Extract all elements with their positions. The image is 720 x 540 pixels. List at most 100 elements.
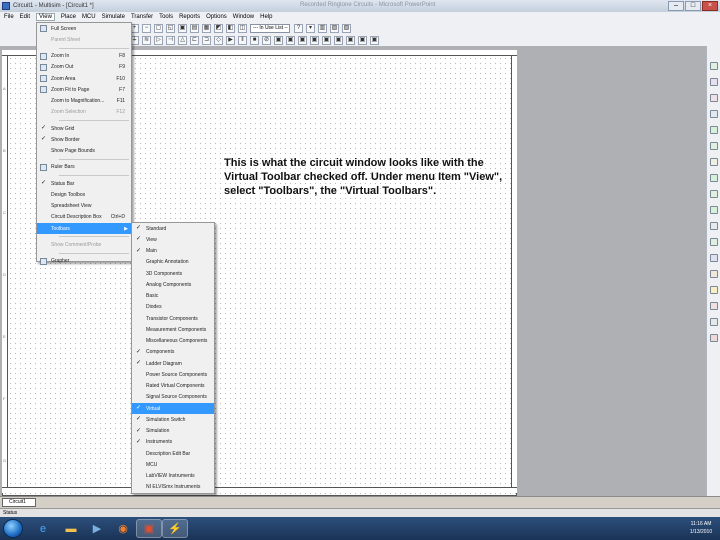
toolbar-option-graphic-annotation[interactable]: Graphic Annotation bbox=[132, 257, 214, 268]
zoom-out-icon[interactable]: − bbox=[142, 23, 151, 33]
virtual-icon-8[interactable]: ▣ bbox=[358, 35, 367, 45]
iv-analyzer-icon[interactable] bbox=[710, 222, 718, 230]
toolbar-option-power-source-components[interactable]: Power Source Components bbox=[132, 369, 214, 380]
toolbar-option-diodes[interactable]: Diodes bbox=[132, 302, 214, 313]
database-icon[interactable]: ◫ bbox=[238, 23, 247, 33]
toolbar-option-view[interactable]: ✓ View bbox=[132, 234, 214, 245]
menu-item-design-toolbox[interactable]: Design Toolbox bbox=[37, 189, 131, 200]
menu-item-ruler-bars[interactable]: Ruler Bars bbox=[37, 162, 131, 173]
maximize-button[interactable]: □ bbox=[685, 1, 701, 11]
tektronix-scope-icon[interactable] bbox=[710, 334, 718, 342]
menu-item-zoom-area[interactable]: Zoom Area F10 bbox=[37, 73, 131, 84]
virtual-icon-7[interactable]: ▣ bbox=[346, 35, 355, 45]
function-generator-icon[interactable] bbox=[710, 78, 718, 86]
menu-place[interactable]: Place bbox=[61, 14, 76, 20]
spectrum-analyzer-icon[interactable] bbox=[710, 254, 718, 262]
four-channel-scope-icon[interactable] bbox=[710, 126, 718, 134]
probe-icon[interactable]: ⊘ bbox=[262, 35, 271, 45]
menu-item-circuit-description-box[interactable]: Circuit Description Box Ctrl+D bbox=[37, 212, 131, 223]
logic-converter-icon[interactable] bbox=[710, 206, 718, 214]
virtual-icon-5[interactable]: ▣ bbox=[322, 35, 331, 45]
menu-reports[interactable]: Reports bbox=[179, 14, 200, 20]
agilent-multimeter-icon[interactable] bbox=[710, 302, 718, 310]
diode-icon[interactable]: ▷ bbox=[154, 35, 163, 45]
misc-digital-icon[interactable]: ◇ bbox=[214, 35, 223, 45]
menu-help[interactable]: Help bbox=[260, 14, 272, 20]
taskbar-clock[interactable]: 11:16 AM 1/13/2010 bbox=[684, 520, 718, 536]
grapher-icon[interactable]: ◩ bbox=[214, 23, 223, 33]
tab-circuit1[interactable]: Circuit1 bbox=[2, 498, 36, 507]
menu-item-show-grid[interactable]: ✓ Show Grid bbox=[37, 123, 131, 134]
instrument-icon-2[interactable]: ▨ bbox=[330, 23, 339, 33]
menu-view[interactable]: View bbox=[36, 13, 55, 21]
close-button[interactable]: × bbox=[702, 1, 718, 11]
menu-item-zoom-in[interactable]: Zoom In F8 bbox=[37, 51, 131, 62]
wattmeter-icon[interactable] bbox=[710, 94, 718, 102]
toolbar-option-components[interactable]: ✓ Components bbox=[132, 347, 214, 358]
virtual-icon-6[interactable]: ▣ bbox=[334, 35, 343, 45]
full-screen-icon[interactable]: ▣ bbox=[178, 23, 187, 33]
spreadsheet-icon[interactable]: ▦ bbox=[202, 23, 211, 33]
menu-item-full-screen[interactable]: Full Screen bbox=[37, 23, 131, 34]
system-tray[interactable] bbox=[650, 522, 680, 534]
instrument-icon-1[interactable]: ▥ bbox=[318, 23, 327, 33]
zoom-fit-icon[interactable]: ◱ bbox=[166, 23, 175, 33]
toolbar-option-analog-components[interactable]: Analog Components bbox=[132, 279, 214, 290]
agilent-scope-icon[interactable] bbox=[710, 318, 718, 326]
menu-item-zoom-out[interactable]: Zoom Out F9 bbox=[37, 62, 131, 73]
run-simulation-icon[interactable]: ▶ bbox=[226, 35, 235, 45]
menu-item-toolbars[interactable]: Toolbars ▶ bbox=[37, 223, 131, 235]
analog-icon[interactable]: △ bbox=[178, 35, 187, 45]
toolbar-option-measurement-components[interactable]: Measurement Components bbox=[132, 324, 214, 335]
internet-explorer-icon[interactable]: e bbox=[30, 519, 56, 538]
virtual-icon-9[interactable]: ▣ bbox=[370, 35, 379, 45]
menu-tools[interactable]: Tools bbox=[159, 14, 173, 20]
question-icon[interactable]: ? bbox=[294, 23, 303, 33]
chevron-down-icon[interactable]: ▾ bbox=[306, 23, 315, 33]
instrument-icon-3[interactable]: ▧ bbox=[342, 23, 351, 33]
toolbar-option-rated-virtual-components[interactable]: Rated Virtual Components bbox=[132, 381, 214, 392]
design-toolbox-icon[interactable]: ▤ bbox=[190, 23, 199, 33]
toolbar-option-main[interactable]: ✓ Main bbox=[132, 246, 214, 257]
toolbar-option-virtual[interactable]: ✓ Virtual bbox=[132, 403, 214, 415]
toolbar-option-signal-source-components[interactable]: Signal Source Components bbox=[132, 392, 214, 403]
toolbar-option-ladder-diagram[interactable]: ✓ Ladder Diagram bbox=[132, 358, 214, 369]
multisim-app-icon[interactable] bbox=[2, 2, 10, 10]
network-analyzer-icon[interactable] bbox=[710, 270, 718, 278]
toolbar-option-miscellaneous-components[interactable]: Miscellaneous Components bbox=[132, 336, 214, 347]
toolbar-option-3d-components[interactable]: 3D Components bbox=[132, 268, 214, 279]
in-use-list-dropdown[interactable]: --- In Use List --- bbox=[250, 23, 290, 38]
menu-window[interactable]: Window bbox=[233, 14, 254, 20]
stop-simulation-icon[interactable]: ■ bbox=[250, 35, 259, 45]
word-generator-icon[interactable] bbox=[710, 174, 718, 182]
menu-item-status-bar[interactable]: ✓ Status Bar bbox=[37, 178, 131, 189]
ttl-icon[interactable]: ⊏ bbox=[190, 35, 199, 45]
frequency-counter-icon[interactable] bbox=[710, 158, 718, 166]
agilent-generator-icon[interactable] bbox=[710, 286, 718, 294]
bode-plotter-icon[interactable] bbox=[710, 142, 718, 150]
virtual-icon-2[interactable]: ▣ bbox=[286, 35, 295, 45]
menu-simulate[interactable]: Simulate bbox=[102, 14, 125, 20]
menu-options[interactable]: Options bbox=[206, 14, 227, 20]
menu-item-zoom-magnification[interactable]: Zoom to Magnification... F11 bbox=[37, 96, 131, 107]
menu-item-zoom-fit[interactable]: Zoom Fit to Page F7 bbox=[37, 84, 131, 95]
minimize-button[interactable]: – bbox=[668, 1, 684, 11]
start-button[interactable] bbox=[3, 519, 23, 538]
menu-item-show-page-bounds[interactable]: Show Page Bounds bbox=[37, 146, 131, 157]
menu-item-show-border[interactable]: ✓ Show Border bbox=[37, 134, 131, 145]
powerpoint-icon[interactable]: ▣ bbox=[136, 519, 162, 538]
media-player-icon[interactable]: ▶ bbox=[84, 519, 110, 538]
virtual-icon-3[interactable]: ▣ bbox=[298, 35, 307, 45]
toolbar-option-description-edit-bar[interactable]: Description Edit Bar bbox=[132, 448, 214, 459]
firefox-icon[interactable]: ◉ bbox=[110, 519, 136, 538]
basic-icon[interactable]: ≋ bbox=[142, 35, 151, 45]
toolbar-option-simulation[interactable]: ✓ Simulation bbox=[132, 426, 214, 437]
menu-file[interactable]: File bbox=[4, 14, 14, 20]
menu-transfer[interactable]: Transfer bbox=[131, 14, 153, 20]
virtual-icon-1[interactable]: ▣ bbox=[274, 35, 283, 45]
menu-edit[interactable]: Edit bbox=[20, 14, 30, 20]
oscilloscope-icon[interactable] bbox=[710, 110, 718, 118]
multisim-taskbar-icon[interactable]: ⚡ bbox=[162, 519, 188, 538]
zoom-area-icon[interactable]: ▢ bbox=[154, 23, 163, 33]
postprocessor-icon[interactable]: ◧ bbox=[226, 23, 235, 33]
